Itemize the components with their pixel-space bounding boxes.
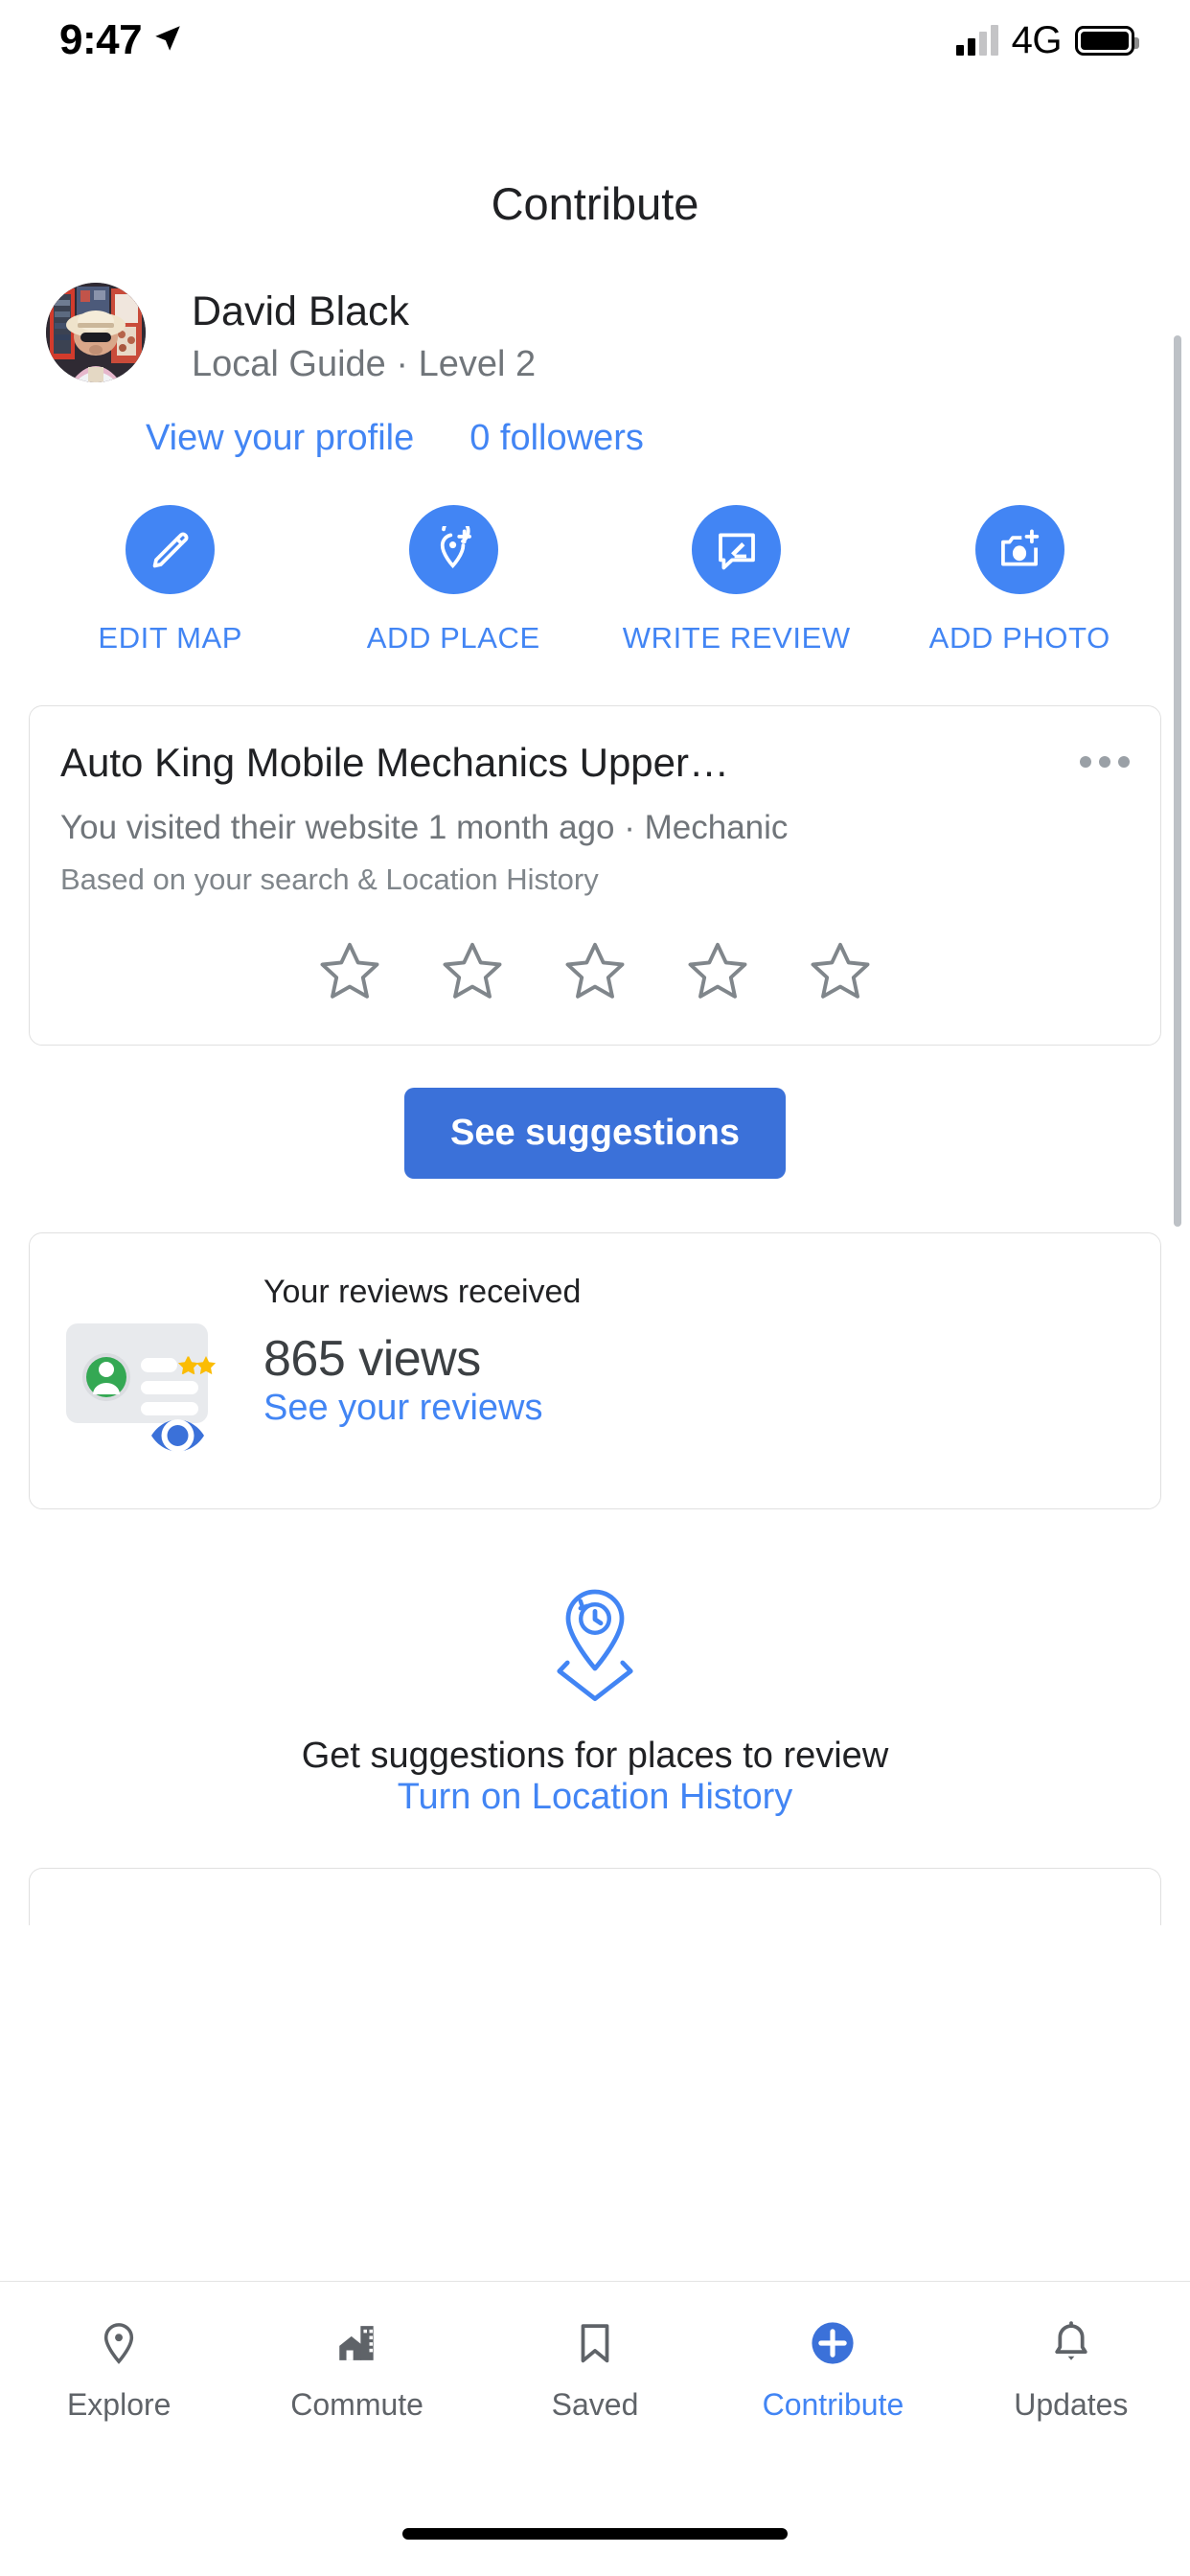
star-icon-5[interactable] <box>806 937 875 1006</box>
profile-subtitle: Local Guide · Level 2 <box>192 344 536 385</box>
see-your-reviews-link[interactable]: See your reviews <box>263 1388 542 1428</box>
profile-links: View your profile 0 followers <box>0 385 1190 459</box>
location-arrow-icon <box>151 22 184 59</box>
bookmark-icon <box>571 2314 619 2372</box>
profile-name: David Black <box>192 288 536 335</box>
avatar[interactable] <box>46 283 146 382</box>
suggestion-card-header: Auto King Mobile Mechanics Upper… <box>60 739 1130 787</box>
page-title: Contribute <box>0 177 1190 230</box>
nav-label-commute: Commute <box>290 2387 423 2423</box>
buildings-icon <box>333 2314 381 2372</box>
home-indicator <box>402 2528 788 2540</box>
signal-bars-icon <box>956 25 998 56</box>
star-icon-2[interactable] <box>438 937 507 1006</box>
suggestion-place-name: Auto King Mobile Mechanics Upper… <box>60 739 1080 787</box>
review-bubble-icon <box>714 527 760 573</box>
profile-info: David Black Local Guide · Level 2 <box>192 283 536 385</box>
location-history-pin-icon <box>0 1584 1190 1707</box>
nav-item-updates[interactable]: Updates <box>952 2314 1190 2423</box>
location-history-text: Get suggestions for places to review <box>0 1736 1190 1777</box>
see-suggestions-button[interactable]: See suggestions <box>404 1088 786 1179</box>
nav-label-updates: Updates <box>1014 2387 1128 2423</box>
status-bar-time: 9:47 <box>59 16 142 64</box>
nav-item-saved[interactable]: Saved <box>476 2314 714 2423</box>
view-your-profile-link[interactable]: View your profile <box>146 418 414 459</box>
nav-item-explore[interactable]: Explore <box>0 2314 238 2423</box>
action-add-place[interactable]: ADD PLACE <box>312 505 596 656</box>
reviews-received-text: Your reviews received 865 views See your… <box>252 1274 1130 1429</box>
action-edit-map[interactable]: EDIT MAP <box>29 505 312 656</box>
write-review-button[interactable] <box>692 505 781 594</box>
action-label-edit-map: EDIT MAP <box>98 621 242 656</box>
action-label-add-photo: ADD PHOTO <box>929 621 1110 656</box>
action-label-write-review: WRITE REVIEW <box>623 621 851 656</box>
profile-section: David Black Local Guide · Level 2 <box>0 264 1190 385</box>
nav-item-contribute[interactable]: Contribute <box>714 2314 951 2423</box>
see-suggestions-wrap: See suggestions <box>0 1088 1190 1179</box>
suggestion-subtitle: You visited their website 1 month ago · … <box>60 809 1130 847</box>
location-history-section: Get suggestions for places to review Tur… <box>0 1584 1190 1818</box>
nav-label-explore: Explore <box>67 2387 172 2423</box>
scrollbar[interactable] <box>1174 335 1181 1227</box>
scroll-content[interactable]: David Black Local Guide · Level 2 View y… <box>0 264 1190 2281</box>
action-label-add-place: ADD PLACE <box>367 621 540 656</box>
suggestion-card[interactable]: Auto King Mobile Mechanics Upper… You vi… <box>29 705 1161 1045</box>
add-place-button[interactable] <box>409 505 498 594</box>
nav-label-contribute: Contribute <box>763 2387 904 2423</box>
star-icon-1[interactable] <box>315 937 384 1006</box>
pin-plus-icon <box>429 526 477 574</box>
rating-stars[interactable] <box>60 937 1130 1006</box>
star-icon-4[interactable] <box>683 937 752 1006</box>
plus-circle-icon <box>807 2314 858 2372</box>
camera-plus-icon <box>995 526 1043 574</box>
bell-icon <box>1047 2314 1095 2372</box>
review-views-illustration <box>60 1274 252 1466</box>
status-bar-right: 4G <box>956 19 1134 62</box>
quick-actions-row: EDIT MAP ADD PLACE <box>0 459 1190 656</box>
add-photo-button[interactable] <box>975 505 1064 594</box>
pencil-icon <box>148 527 194 573</box>
turn-on-location-history-link[interactable]: Turn on Location History <box>398 1777 793 1817</box>
network-type-label: 4G <box>1012 19 1062 62</box>
nav-label-saved: Saved <box>552 2387 639 2423</box>
reviews-received-card[interactable]: Your reviews received 865 views See your… <box>29 1232 1161 1509</box>
more-options-icon[interactable] <box>1080 739 1130 768</box>
edit-map-button[interactable] <box>126 505 215 594</box>
suggestion-source: Based on your search & Location History <box>60 862 1130 897</box>
pin-outline-icon <box>95 2314 143 2372</box>
followers-link[interactable]: 0 followers <box>469 418 644 459</box>
battery-icon <box>1075 26 1134 56</box>
next-card-peek[interactable] <box>29 1868 1161 1925</box>
nav-item-commute[interactable]: Commute <box>238 2314 475 2423</box>
avatar-photo <box>46 283 146 382</box>
star-icon-3[interactable] <box>561 937 629 1006</box>
status-bar-left: 9:47 <box>59 16 184 64</box>
status-bar: 9:47 4G <box>0 0 1190 80</box>
action-add-photo[interactable]: ADD PHOTO <box>879 505 1162 656</box>
reviews-received-label: Your reviews received <box>263 1274 1130 1311</box>
reviews-views-count: 865 views <box>263 1330 1130 1388</box>
action-write-review[interactable]: WRITE REVIEW <box>595 505 879 656</box>
